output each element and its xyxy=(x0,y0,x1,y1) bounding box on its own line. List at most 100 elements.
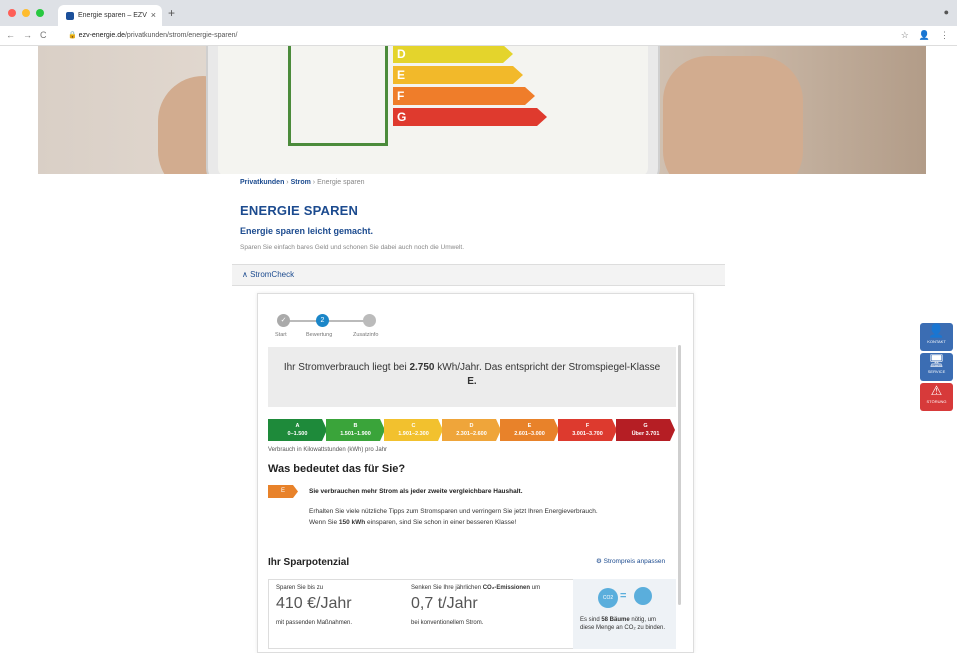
page-title: ENERGIE SPAREN xyxy=(240,203,359,218)
tip-2-prefix: Wenn Sie xyxy=(309,519,339,526)
step-bewertung-dot[interactable]: 2 xyxy=(316,314,329,327)
scale-class-range: 1.501–1.900 xyxy=(340,431,371,437)
scale-class-range: 1.901–2.300 xyxy=(398,431,429,437)
co2-value: 0,7 t/Jahr xyxy=(411,595,478,612)
accordion-label: StromCheck xyxy=(250,270,295,279)
trees-prefix: Es sind xyxy=(580,617,602,623)
breadcrumb-strom[interactable]: Strom xyxy=(291,179,311,186)
result-prefix: Ihr Stromverbrauch liegt bei xyxy=(283,362,410,373)
scale-class-range: 3.001–3.700 xyxy=(572,431,603,437)
result-class: E. xyxy=(467,376,477,387)
minimize-window-button[interactable] xyxy=(22,9,30,17)
close-window-button[interactable] xyxy=(8,9,16,17)
tip-2-suffix: einsparen, sind Sie schon in einer besse… xyxy=(365,519,517,526)
side-kontakt-label: KONTAKT xyxy=(927,339,946,344)
scale-class-a: A 0–1.500 xyxy=(268,419,327,441)
new-tab-button[interactable]: + xyxy=(168,6,175,20)
money-sub: mit passenden Maßnahmen. xyxy=(276,620,353,626)
maximize-window-button[interactable] xyxy=(36,9,44,17)
trees-count: 58 Bäume xyxy=(601,617,630,623)
scale-class-letter: F xyxy=(585,423,590,429)
tab-close-icon[interactable]: × xyxy=(151,10,156,20)
money-savings: Sparen Sie bis zu 410 €/Jahr mit passend… xyxy=(276,585,352,626)
page-lead: Sparen Sie einfach bares Geld und schone… xyxy=(240,244,465,251)
house-outline-graphic xyxy=(288,46,388,146)
forward-button[interactable]: → xyxy=(23,30,32,40)
co2-cloud-icon: CO2 xyxy=(598,588,618,608)
co2-label: Senken Sie Ihre jährlichen CO₂-Emissione… xyxy=(411,585,540,591)
scale-class-c: C 1.901–2.300 xyxy=(384,419,443,441)
progress-stepper: ✓ 2 Start Bewertung Zusatzinfo xyxy=(275,313,395,345)
side-stoerung-label: STÖRUNG xyxy=(926,399,947,404)
url-domain: ezv-energie.de xyxy=(78,32,125,39)
address-bar: ← → C 🔒 ezv-energie.de/privatkunden/stro… xyxy=(0,26,957,46)
side-service-button[interactable]: 🖥 SERVICE xyxy=(920,353,953,381)
scale-class-letter: E xyxy=(527,423,532,429)
co2-label-prefix: Senken Sie Ihre jährlichen xyxy=(411,585,483,591)
result-box: Ihr Stromverbrauch liegt bei 2.750 kWh/J… xyxy=(268,347,676,407)
adjust-price-link[interactable]: ⚙ Strompreis anpassen xyxy=(596,557,665,565)
step-bewertung-label: Bewertung xyxy=(306,332,333,338)
warning-icon: ⚠ xyxy=(930,383,943,398)
co2-label-suffix: um xyxy=(530,585,541,591)
energy-label-graphic: D E F G xyxy=(393,46,547,129)
scale-note: Verbrauch in Kilowattstunden (kWh) pro J… xyxy=(268,447,388,453)
step-zusatzinfo-dot[interactable] xyxy=(363,314,376,327)
breadcrumb: Privatkunden › Strom › Energie sparen xyxy=(240,179,365,186)
stromcheck-accordion[interactable]: ∧ StromCheck xyxy=(232,264,725,286)
hero-image: D E F G xyxy=(38,46,926,174)
equals-sign: = xyxy=(620,590,627,602)
energy-bar-e: E xyxy=(393,66,523,84)
scale-class-range: 2.601–3.000 xyxy=(514,431,545,437)
scale-class-range: 0–1.500 xyxy=(287,431,308,437)
card-scrollbar[interactable] xyxy=(678,345,681,605)
co2-sub: bei konventionellem Strom. xyxy=(411,620,484,626)
money-value: 410 €/Jahr xyxy=(276,595,352,612)
scale-class-g: G Über 3.701 xyxy=(616,419,675,441)
chevron-up-icon: ∧ xyxy=(242,270,248,279)
browser-menu-icon[interactable]: ⋮ xyxy=(940,30,949,41)
tree-icon xyxy=(634,587,652,605)
scale-class-f: F 3.001–3.700 xyxy=(558,419,617,441)
meaning-heading: Was bedeutet das für Sie? xyxy=(268,463,406,475)
lock-icon: 🔒 xyxy=(68,32,77,39)
stepper-line xyxy=(285,320,373,322)
step-start-label: Start xyxy=(275,332,287,338)
side-stoerung-button[interactable]: ⚠ STÖRUNG xyxy=(920,383,953,411)
tree-text: Es sind 58 Bäume nötig, um diese Menge a… xyxy=(580,616,670,632)
address-bar-actions: ☆ 👤 ⋮ xyxy=(901,30,949,41)
step-start-dot[interactable]: ✓ xyxy=(277,314,290,327)
tip-2-value: 150 kWh xyxy=(338,519,366,526)
back-button[interactable]: ← xyxy=(6,30,15,40)
url-path: /privatkunden/strom/energie-sparen/ xyxy=(124,32,238,39)
browser-tab[interactable]: Energie sparen – EZV × xyxy=(58,5,162,26)
breadcrumb-privatkunden[interactable]: Privatkunden xyxy=(240,179,284,186)
savings-heading: Ihr Sparpotenzial xyxy=(268,557,350,568)
tab-title: Energie sparen – EZV xyxy=(78,12,147,19)
hand-right-graphic xyxy=(663,56,803,174)
energy-bar-d: D xyxy=(393,46,513,63)
tab-search-icon[interactable]: ● xyxy=(944,7,949,17)
browser-tab-bar: Energie sparen – EZV × + ● xyxy=(0,0,957,26)
bookmark-star-icon[interactable]: ☆ xyxy=(901,30,909,41)
scale-class-letter: G xyxy=(643,423,648,429)
class-badge: E xyxy=(268,485,298,498)
page-subtitle: Energie sparen leicht gemacht. xyxy=(240,226,374,236)
energy-bar-g: G xyxy=(393,108,547,126)
tablet-graphic: D E F G xyxy=(208,46,658,174)
scale-class-b: B 1.501–1.900 xyxy=(326,419,385,441)
reload-button[interactable]: C xyxy=(40,30,47,40)
scale-class-range: 2.301–2.600 xyxy=(456,431,487,437)
adjust-price-label: Strompreis anpassen xyxy=(603,558,666,565)
money-label: Sparen Sie bis zu xyxy=(276,585,324,591)
profile-icon[interactable]: 👤 xyxy=(919,30,930,41)
url-field[interactable]: 🔒 ezv-energie.de/privatkunden/strom/ener… xyxy=(68,31,237,39)
scale-class-letter: B xyxy=(353,423,358,429)
scale-class-letter: D xyxy=(469,423,474,429)
side-kontakt-button[interactable]: 👤 KONTAKT xyxy=(920,323,953,351)
co2-label-bold: CO₂-Emissionen xyxy=(482,585,531,591)
efficiency-scale: A 0–1.500 B 1.501–1.900 C 1.901–2.300 D 2.301–2… xyxy=(268,419,678,441)
co2-savings: Senken Sie Ihre jährlichen CO₂-Emissione… xyxy=(411,585,540,626)
breadcrumb-current: Energie sparen xyxy=(317,179,365,186)
scale-class-letter: C xyxy=(411,423,416,429)
